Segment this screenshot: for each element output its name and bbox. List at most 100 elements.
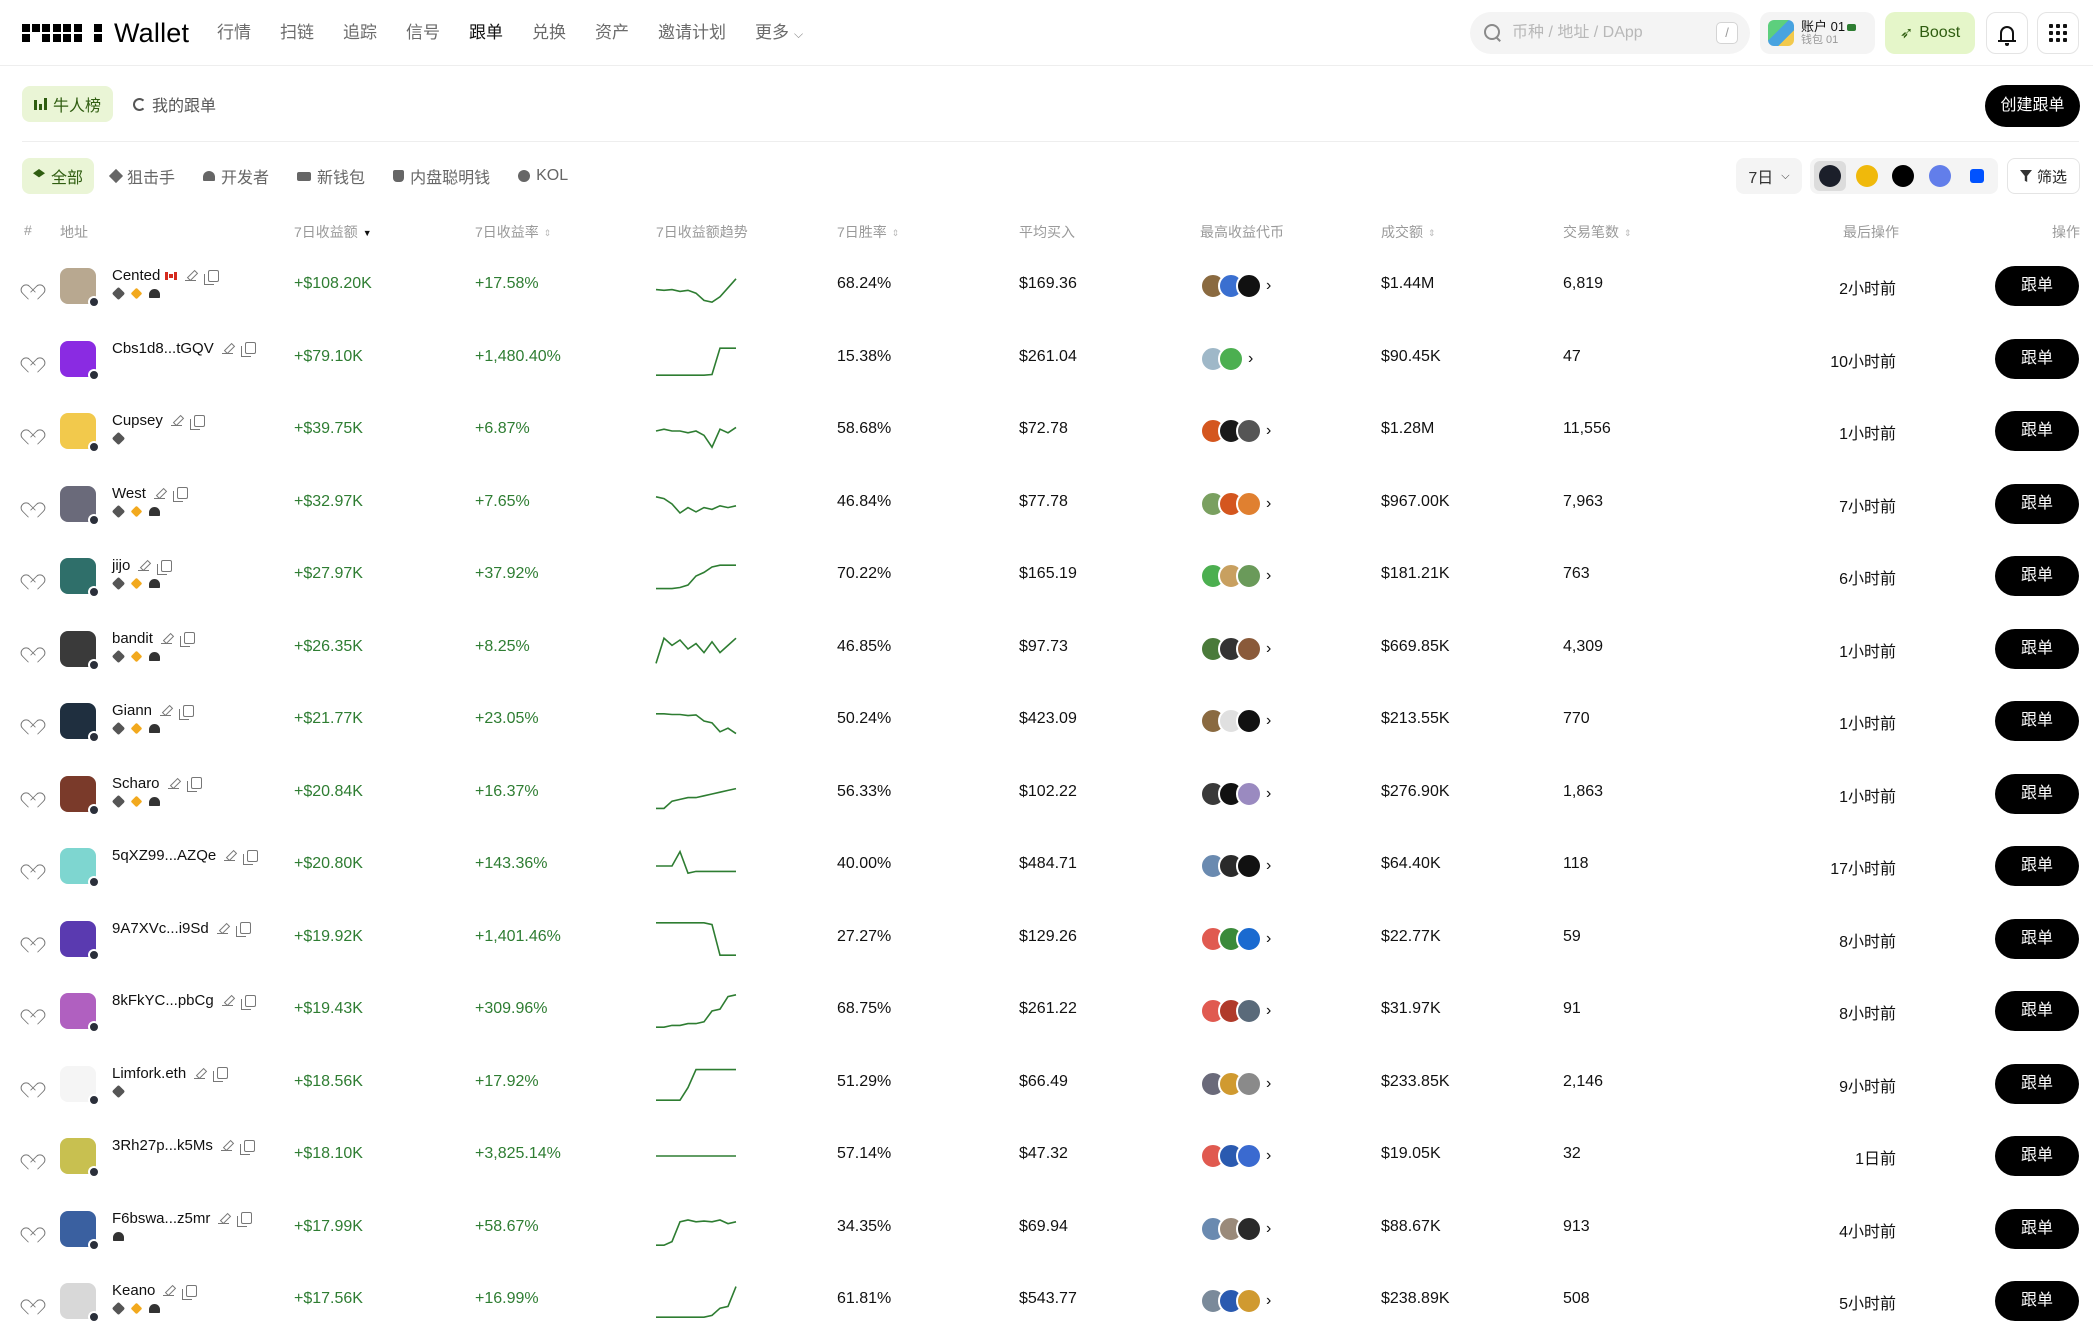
edit-icon[interactable] xyxy=(160,705,172,716)
favorite-heart-icon[interactable] xyxy=(24,278,40,293)
table-row[interactable]: 9A7XVc...i9Sd +$19.92K +1,401.46% 27.27%… xyxy=(0,903,2093,976)
chain-bnb[interactable] xyxy=(1851,161,1883,191)
edit-icon[interactable] xyxy=(224,850,236,861)
table-row[interactable]: bandit +$26.35K +8.25% 46.85% $97.73 › $… xyxy=(0,613,2093,686)
avatar[interactable] xyxy=(60,1210,100,1251)
top-tokens[interactable]: › xyxy=(1200,1070,1271,1097)
col-pnl[interactable]: 7日收益额 ▼ xyxy=(294,222,372,242)
period-select[interactable]: 7日 ⌵ xyxy=(1736,158,1802,194)
edit-icon[interactable] xyxy=(163,1285,175,1296)
edit-icon[interactable] xyxy=(153,488,165,499)
top-tokens[interactable]: › xyxy=(1200,925,1271,952)
follow-button[interactable]: 跟单 xyxy=(1995,773,2079,814)
copy-icon[interactable] xyxy=(243,849,259,865)
col-volume[interactable]: 成交额 ⇕ xyxy=(1381,222,1436,242)
nav-item[interactable]: 更多 ⌵ xyxy=(755,20,803,47)
trader-name[interactable]: bandit xyxy=(112,630,153,647)
trader-name[interactable]: Limfork.eth xyxy=(112,1065,186,1082)
edit-icon[interactable] xyxy=(218,1213,230,1224)
top-tokens[interactable]: › xyxy=(1200,490,1271,517)
favorite-heart-icon[interactable] xyxy=(24,713,40,728)
table-row[interactable]: 5qXZ99...AZQe +$20.80K +143.36% 40.00% $… xyxy=(0,830,2093,903)
trader-name[interactable]: Cbs1d8...tGQV xyxy=(112,340,214,357)
favorite-heart-icon[interactable] xyxy=(24,858,40,873)
edit-icon[interactable] xyxy=(220,1140,232,1151)
filter-chip[interactable]: 新钱包 xyxy=(286,158,376,194)
trader-name[interactable]: Keano xyxy=(112,1282,155,1299)
trader-name[interactable]: 8kFkYC...pbCg xyxy=(112,992,214,1009)
follow-button[interactable]: 跟单 xyxy=(1995,556,2079,596)
top-tokens[interactable]: › xyxy=(1200,998,1271,1024)
favorite-heart-icon[interactable] xyxy=(24,568,40,583)
copy-icon[interactable] xyxy=(240,994,256,1010)
follow-button[interactable]: 跟单 xyxy=(1995,991,2079,1031)
edit-icon[interactable] xyxy=(216,923,228,934)
search-input[interactable] xyxy=(1512,24,1712,42)
table-row[interactable]: Cupsey +$39.75K +6.87% 58.68% $72.78 › $… xyxy=(0,395,2093,468)
edit-icon[interactable] xyxy=(138,560,150,571)
table-row[interactable]: Keano +$17.56K +16.99% 61.81% $543.77 › … xyxy=(0,1265,2093,1325)
copy-icon[interactable] xyxy=(239,1139,255,1155)
filter-chip[interactable]: KOL xyxy=(507,158,579,194)
top-tokens[interactable]: › xyxy=(1200,1288,1271,1314)
table-row[interactable]: Cbs1d8...tGQV +$79.10K +1,480.40% 15.38%… xyxy=(0,323,2093,396)
avatar[interactable] xyxy=(60,920,100,961)
avatar[interactable] xyxy=(60,703,100,743)
follow-button[interactable]: 跟单 xyxy=(1995,1208,2079,1249)
table-row[interactable]: jijo +$27.97K +37.92% 70.22% $165.19 › $… xyxy=(0,540,2093,613)
follow-button[interactable]: 跟单 xyxy=(1995,846,2079,886)
avatar[interactable] xyxy=(60,485,100,526)
table-row[interactable]: 3Rh27p...k5Ms +$18.10K +3,825.14% 57.14%… xyxy=(0,1120,2093,1193)
top-tokens[interactable]: › xyxy=(1200,418,1271,444)
col-winrate[interactable]: 7日胜率 ⇕ xyxy=(837,222,899,242)
favorite-heart-icon[interactable] xyxy=(24,1003,40,1018)
favorite-heart-icon[interactable] xyxy=(24,1148,40,1163)
follow-button[interactable]: 跟单 xyxy=(1995,483,2079,524)
table-row[interactable]: F6bswa...z5mr +$17.99K +58.67% 34.35% $6… xyxy=(0,1193,2093,1266)
follow-button[interactable]: 跟单 xyxy=(1995,338,2079,379)
copy-icon[interactable] xyxy=(240,342,256,357)
table-row[interactable]: 8kFkYC...pbCg +$19.43K +309.96% 68.75% $… xyxy=(0,975,2093,1048)
edit-icon[interactable] xyxy=(194,1068,206,1079)
search-box[interactable]: / xyxy=(1470,12,1750,54)
top-tokens[interactable]: › xyxy=(1200,1215,1271,1242)
top-tokens[interactable]: › xyxy=(1200,1143,1271,1169)
avatar[interactable] xyxy=(60,1138,100,1178)
nav-item[interactable]: 扫链 xyxy=(280,20,314,47)
top-tokens[interactable]: › xyxy=(1200,853,1271,879)
trader-name[interactable]: Cented xyxy=(112,267,160,284)
top-tokens[interactable]: › xyxy=(1200,563,1271,589)
follow-button[interactable]: 跟单 xyxy=(1995,1063,2079,1104)
nav-item[interactable]: 兑换 xyxy=(532,20,566,47)
chain-base[interactable] xyxy=(1961,161,1993,191)
edit-icon[interactable] xyxy=(170,415,182,426)
trader-name[interactable]: jijo xyxy=(112,557,130,574)
favorite-heart-icon[interactable] xyxy=(24,496,40,511)
trader-name[interactable]: F6bswa...z5mr xyxy=(112,1210,210,1227)
favorite-heart-icon[interactable] xyxy=(24,1076,40,1091)
edit-icon[interactable] xyxy=(221,995,233,1006)
filter-chip[interactable]: 狙击手 xyxy=(100,158,186,194)
nav-item[interactable]: 跟单 xyxy=(469,20,503,47)
boost-button[interactable]: ➶ Boost xyxy=(1885,12,1975,54)
avatar[interactable] xyxy=(60,848,100,888)
follow-button[interactable]: 跟单 xyxy=(1995,1136,2079,1176)
avatar[interactable] xyxy=(60,340,100,381)
trader-name[interactable]: Cupsey xyxy=(112,412,163,429)
trader-name[interactable]: West xyxy=(112,485,146,502)
avatar[interactable] xyxy=(60,1283,100,1323)
nav-item[interactable]: 资产 xyxy=(595,20,629,47)
avatar[interactable] xyxy=(60,630,100,671)
table-row[interactable]: West +$32.97K +7.65% 46.84% $77.78 › $96… xyxy=(0,468,2093,541)
apps-menu-button[interactable] xyxy=(2037,12,2079,54)
notifications-button[interactable] xyxy=(1986,12,2028,54)
follow-button[interactable]: 跟单 xyxy=(1995,918,2079,959)
avatar[interactable] xyxy=(60,558,100,598)
tab-my-copy[interactable]: 我的跟单 xyxy=(121,86,228,122)
favorite-heart-icon[interactable] xyxy=(24,641,40,656)
top-tokens[interactable]: › xyxy=(1200,708,1271,734)
copy-icon[interactable] xyxy=(172,487,188,502)
follow-button[interactable]: 跟单 xyxy=(1995,266,2079,306)
top-tokens[interactable]: › xyxy=(1200,273,1271,299)
avatar[interactable] xyxy=(60,1065,100,1106)
